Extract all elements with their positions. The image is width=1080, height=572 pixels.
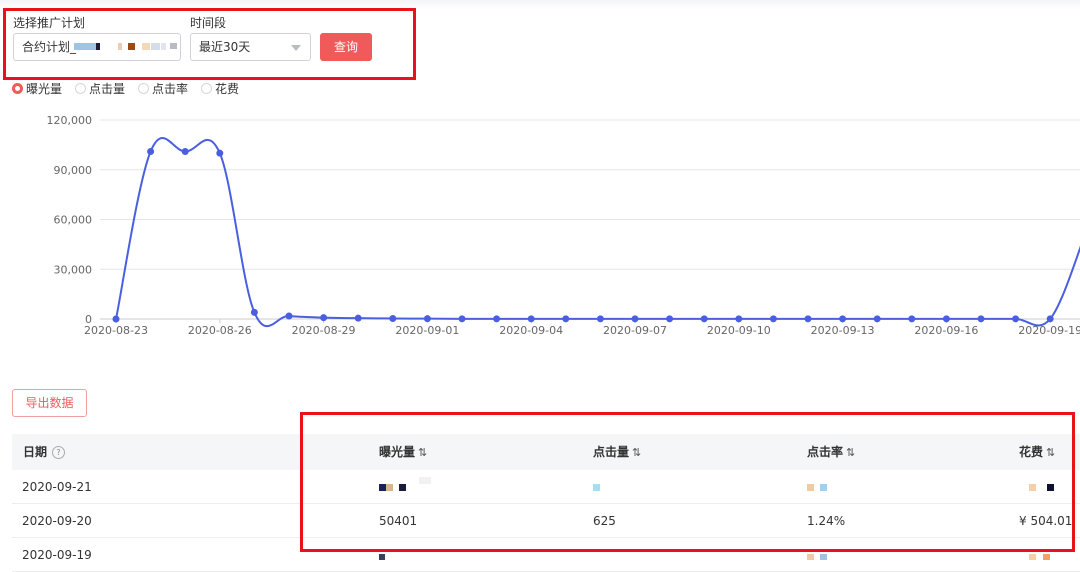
data-point bbox=[839, 315, 847, 323]
data-point bbox=[873, 315, 881, 323]
radio-ctr[interactable]: 点击率 bbox=[138, 80, 188, 97]
radio-cost[interactable]: 花费 bbox=[201, 80, 239, 97]
data-point bbox=[320, 314, 328, 322]
x-tick-label: 2020-09-16 bbox=[914, 324, 978, 337]
x-tick-label: 2020-08-29 bbox=[292, 324, 356, 337]
data-point bbox=[389, 315, 397, 323]
x-tick-label: 2020-09-10 bbox=[707, 324, 771, 337]
data-point bbox=[423, 315, 431, 323]
data-point bbox=[804, 315, 812, 323]
data-point bbox=[596, 315, 604, 323]
cell-date: 2020-09-19 bbox=[22, 548, 92, 562]
radio-unchecked-icon bbox=[138, 82, 150, 94]
radio-unchecked-icon bbox=[201, 82, 213, 94]
data-point bbox=[769, 315, 777, 323]
data-point bbox=[458, 315, 466, 323]
y-tick-label: 90,000 bbox=[54, 164, 93, 177]
metric-radio-group: 曝光量 点击量 点击率 花费 bbox=[12, 80, 252, 96]
redacted-block bbox=[1029, 554, 1036, 560]
radio-impressions[interactable]: 曝光量 bbox=[12, 80, 62, 97]
data-point bbox=[354, 314, 362, 322]
x-tick-label: 2020-08-26 bbox=[188, 324, 252, 337]
x-tick-label: 2020-08-23 bbox=[84, 324, 148, 337]
x-tick-label: 2020-09-01 bbox=[395, 324, 459, 337]
help-icon[interactable]: ? bbox=[52, 446, 66, 459]
radio-label: 花费 bbox=[215, 81, 240, 96]
data-point bbox=[562, 315, 570, 323]
data-point bbox=[666, 315, 674, 323]
cell-date: 2020-09-20 bbox=[22, 514, 92, 528]
data-point bbox=[700, 315, 708, 323]
y-tick-label: 120,000 bbox=[47, 114, 93, 127]
impressions-line-chart: 030,00060,00090,000120,0002020-08-23 2020… bbox=[47, 114, 1080, 337]
radio-label: 点击量 bbox=[89, 81, 126, 96]
data-point bbox=[285, 312, 293, 320]
cell-date: 2020-09-21 bbox=[22, 480, 92, 494]
data-point bbox=[631, 315, 639, 323]
redacted-block bbox=[1043, 554, 1050, 560]
redacted-block bbox=[379, 554, 385, 560]
annotation-box-filters bbox=[3, 8, 416, 80]
radio-unchecked-icon bbox=[75, 82, 87, 94]
data-point bbox=[735, 315, 743, 323]
export-data-button[interactable]: 导出数据 bbox=[12, 389, 87, 417]
radio-clicks[interactable]: 点击量 bbox=[75, 80, 125, 97]
x-tick-label: 2020-09-19 bbox=[1018, 324, 1080, 337]
x-tick-label: 2020-09-07 bbox=[603, 324, 667, 337]
annotation-box-table bbox=[300, 412, 1075, 552]
data-point bbox=[942, 315, 950, 323]
data-point bbox=[908, 315, 916, 323]
data-point bbox=[216, 149, 224, 157]
data-point bbox=[112, 315, 120, 323]
data-point bbox=[250, 308, 258, 316]
data-point bbox=[1046, 315, 1054, 323]
radio-checked-icon bbox=[12, 82, 23, 94]
data-point bbox=[527, 315, 535, 323]
data-point bbox=[493, 315, 501, 323]
radio-label: 点击率 bbox=[152, 81, 189, 96]
data-point bbox=[147, 148, 155, 156]
redacted-block bbox=[820, 554, 827, 560]
redacted-block bbox=[807, 554, 814, 560]
column-header-label: 日期 bbox=[23, 445, 48, 459]
radio-label: 曝光量 bbox=[26, 81, 63, 96]
y-tick-label: 30,000 bbox=[54, 263, 93, 276]
x-tick-label: 2020-09-13 bbox=[811, 324, 875, 337]
data-point bbox=[1012, 315, 1020, 323]
column-header-date: 日期? bbox=[23, 434, 66, 470]
data-point bbox=[181, 148, 189, 156]
series-line bbox=[115, 137, 1080, 328]
x-tick-label: 2020-09-04 bbox=[499, 324, 563, 337]
y-tick-label: 60,000 bbox=[54, 214, 93, 227]
data-point bbox=[977, 315, 985, 323]
